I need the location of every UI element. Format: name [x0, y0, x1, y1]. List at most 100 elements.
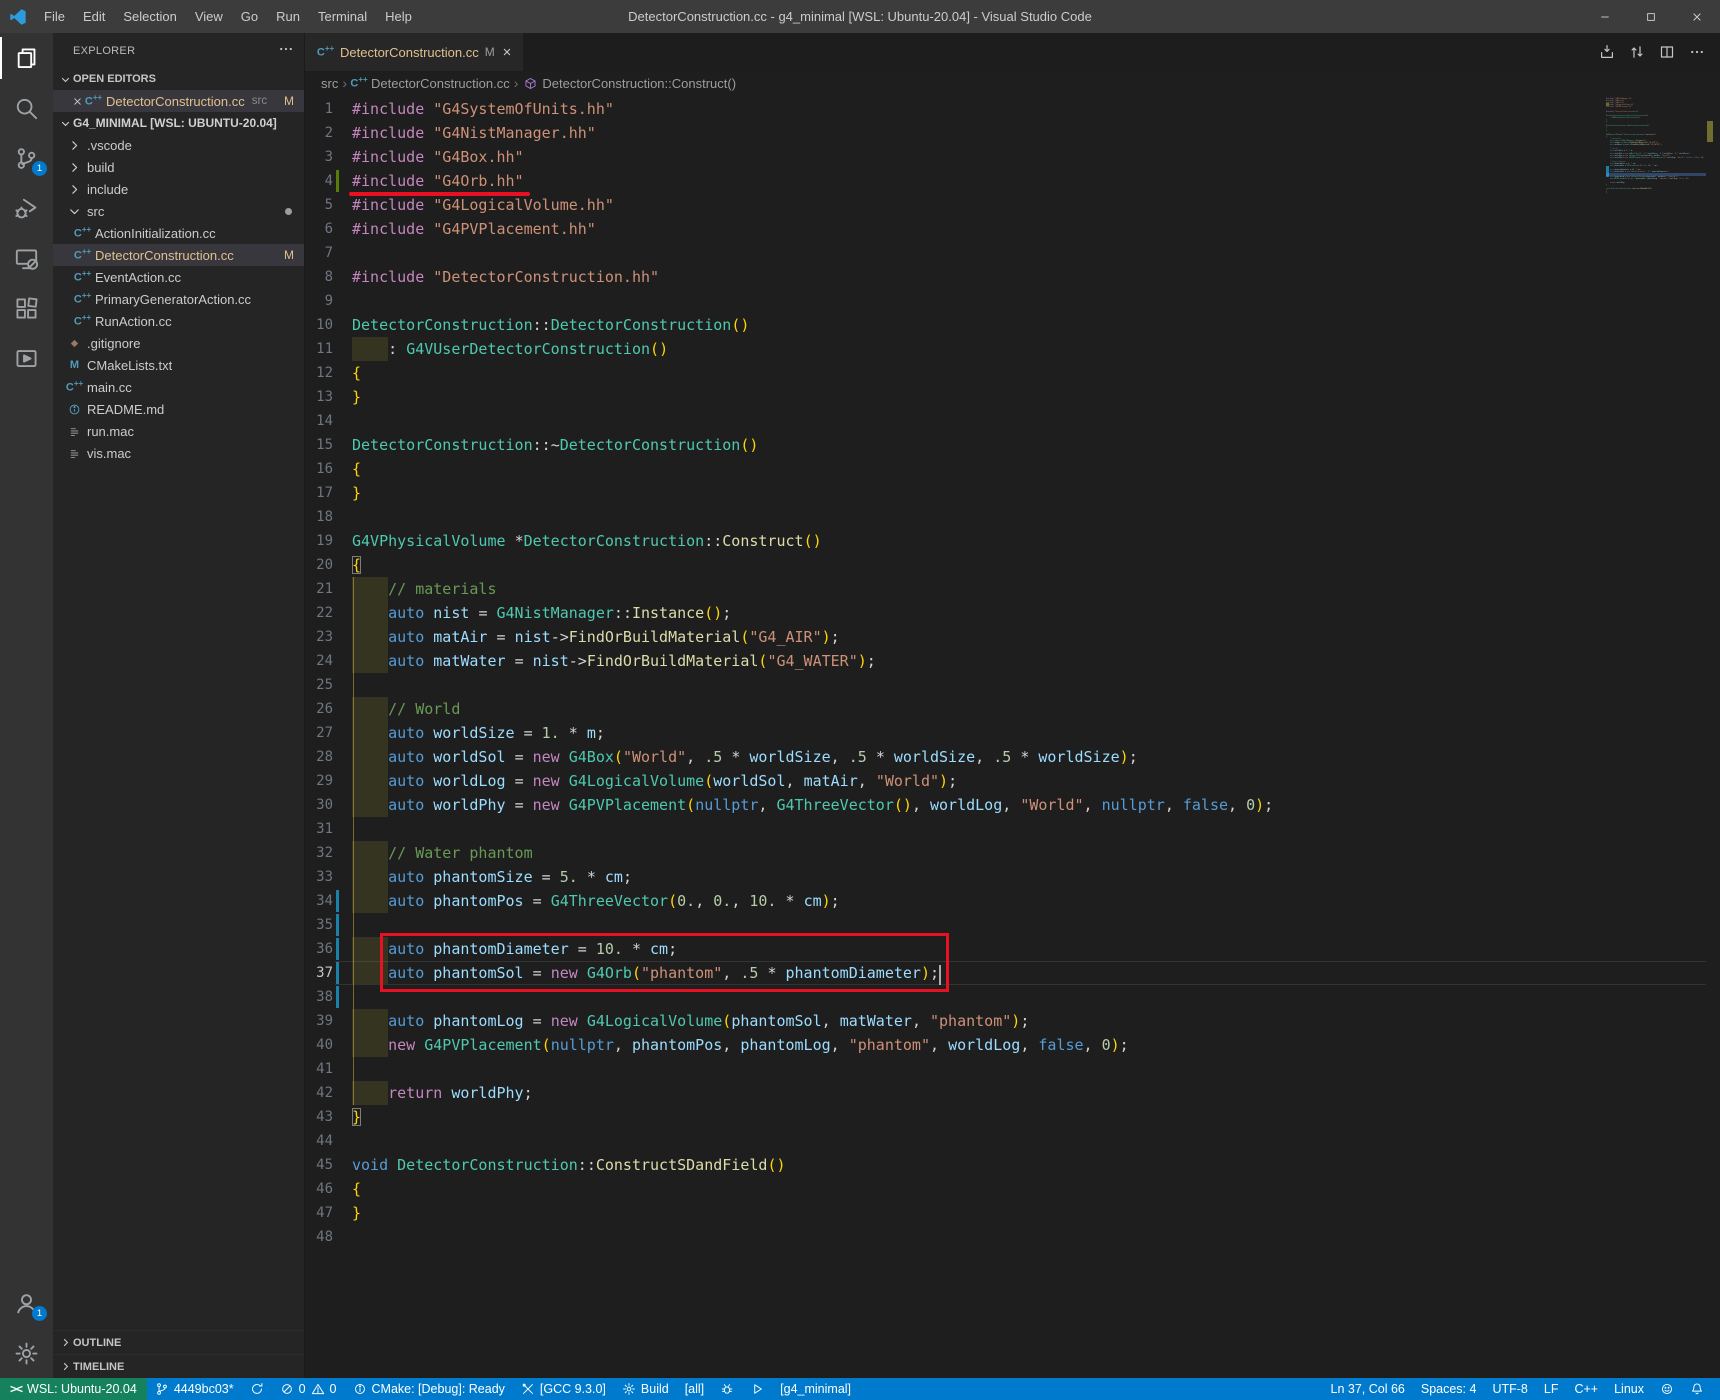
sidebar-item-run-debug[interactable] [0, 183, 53, 233]
line-number[interactable]: 13 [305, 389, 333, 405]
line-number[interactable]: 38 [305, 989, 333, 1005]
settings-button[interactable] [0, 1328, 53, 1378]
cmake-build-target[interactable]: [all] [677, 1378, 712, 1400]
line-number[interactable]: 29 [305, 773, 333, 789]
line-number[interactable]: 1 [305, 101, 333, 117]
line-number[interactable]: 35 [305, 917, 333, 933]
tree-item-src[interactable]: src [53, 200, 304, 222]
line-number[interactable]: 7 [305, 245, 333, 261]
menu-view[interactable]: View [186, 0, 232, 33]
sidebar-item-source-control[interactable]: 1 [0, 133, 53, 183]
code-line[interactable]: 7 [305, 241, 1706, 265]
remote-os-status[interactable]: Linux [1606, 1378, 1652, 1400]
code-line[interactable]: 16{ [305, 457, 1706, 481]
eol-status[interactable]: LF [1536, 1378, 1567, 1400]
open-changes-icon[interactable] [1624, 39, 1650, 65]
line-number[interactable]: 31 [305, 821, 333, 837]
breadcrumb-src[interactable]: src [321, 76, 338, 91]
code-line[interactable]: 34 auto phantomPos = G4ThreeVector(0., 0… [305, 889, 1706, 913]
code-line[interactable]: 33 auto phantomSize = 5. * cm; [305, 865, 1706, 889]
git-branch-status[interactable]: 4449bc03* [147, 1378, 242, 1400]
open-editor-item[interactable]: C++DetectorConstruction.ccsrcM [53, 90, 304, 112]
code-line[interactable]: 2#include "G4NistManager.hh" [305, 121, 1706, 145]
encoding-status[interactable]: UTF-8 [1484, 1378, 1535, 1400]
line-number[interactable]: 19 [305, 533, 333, 549]
sidebar-item-explorer[interactable] [0, 33, 53, 83]
line-number[interactable]: 34 [305, 893, 333, 909]
code-line[interactable]: 43} [305, 1105, 1706, 1129]
accounts-button[interactable]: 1 [0, 1278, 53, 1328]
menu-file[interactable]: File [35, 0, 74, 33]
line-number[interactable]: 12 [305, 365, 333, 381]
line-number[interactable]: 2 [305, 125, 333, 141]
line-number[interactable]: 14 [305, 413, 333, 429]
cmake-status[interactable]: CMake: [Debug]: Ready [345, 1378, 513, 1400]
menu-help[interactable]: Help [376, 0, 421, 33]
line-number[interactable]: 47 [305, 1205, 333, 1221]
tree-item-run-mac[interactable]: run.mac [53, 420, 304, 442]
code-line[interactable]: 25 [305, 673, 1706, 697]
line-number[interactable]: 46 [305, 1181, 333, 1197]
tab-detectorconstruction[interactable]: C++ DetectorConstruction.cc M [305, 33, 523, 71]
line-number[interactable]: 11 [305, 341, 333, 357]
overview-ruler[interactable] [1706, 95, 1720, 1378]
line-number[interactable]: 48 [305, 1229, 333, 1245]
code-line[interactable]: 10DetectorConstruction::DetectorConstruc… [305, 313, 1706, 337]
remote-indicator[interactable]: ><WSL: Ubuntu-20.04 [0, 1378, 147, 1400]
language-status[interactable]: C++ [1566, 1378, 1606, 1400]
line-number[interactable]: 24 [305, 653, 333, 669]
code-line[interactable]: 46{ [305, 1177, 1706, 1201]
line-number[interactable]: 28 [305, 749, 333, 765]
code-line[interactable]: 27 auto worldSize = 1. * m; [305, 721, 1706, 745]
cmake-build-button[interactable]: Build [614, 1378, 677, 1400]
code-line[interactable]: 28 auto worldSol = new G4Box("World", .5… [305, 745, 1706, 769]
code-line[interactable]: 21 // materials [305, 577, 1706, 601]
line-number[interactable]: 21 [305, 581, 333, 597]
line-number[interactable]: 37 [305, 965, 333, 981]
line-number[interactable]: 32 [305, 845, 333, 861]
line-number[interactable]: 23 [305, 629, 333, 645]
line-number[interactable]: 45 [305, 1157, 333, 1173]
box-down-arrow-icon[interactable] [1594, 39, 1620, 65]
code-line[interactable]: 44 [305, 1129, 1706, 1153]
code-line[interactable]: 12{ [305, 361, 1706, 385]
code-line[interactable]: 14 [305, 409, 1706, 433]
code-line[interactable]: 18 [305, 505, 1706, 529]
line-number[interactable]: 17 [305, 485, 333, 501]
tree-item-readme-md[interactable]: README.md [53, 398, 304, 420]
sidebar-item-search[interactable] [0, 83, 53, 133]
code-line[interactable]: 19G4VPhysicalVolume *DetectorConstructio… [305, 529, 1706, 553]
tree-item-main-cc[interactable]: C++main.cc [53, 376, 304, 398]
code-line[interactable]: 47} [305, 1201, 1706, 1225]
cursor-position-status[interactable]: Ln 37, Col 66 [1323, 1378, 1413, 1400]
tree-item-detectorconstruction-cc[interactable]: C++DetectorConstruction.ccM [53, 244, 304, 266]
tree-item-actioninitialization-cc[interactable]: C++ActionInitialization.cc [53, 222, 304, 244]
cmake-kit[interactable]: [GCC 9.3.0] [513, 1378, 614, 1400]
code-line[interactable]: 13} [305, 385, 1706, 409]
code-line[interactable]: 4#include "G4Orb.hh" [305, 169, 1706, 193]
line-number[interactable]: 5 [305, 197, 333, 213]
line-number[interactable]: 20 [305, 557, 333, 573]
line-number[interactable]: 44 [305, 1133, 333, 1149]
cmake-launch-button[interactable] [742, 1378, 772, 1400]
line-number[interactable]: 10 [305, 317, 333, 333]
more-actions-icon[interactable] [278, 41, 294, 60]
tree-item-build[interactable]: build [53, 156, 304, 178]
line-number[interactable]: 22 [305, 605, 333, 621]
breadcrumb-file[interactable]: C++DetectorConstruction.cc [351, 75, 510, 91]
code-line[interactable]: 29 auto worldLog = new G4LogicalVolume(w… [305, 769, 1706, 793]
more-actions-icon[interactable] [1684, 39, 1710, 65]
code-line[interactable]: 45void DetectorConstruction::ConstructSD… [305, 1153, 1706, 1177]
feedback-button[interactable] [1652, 1378, 1682, 1400]
close-tab-icon[interactable] [501, 46, 513, 58]
line-number[interactable]: 42 [305, 1085, 333, 1101]
line-number[interactable]: 6 [305, 221, 333, 237]
code-editor[interactable]: 1#include "G4SystemOfUnits.hh"2#include … [305, 95, 1720, 1378]
line-number[interactable]: 40 [305, 1037, 333, 1053]
tree-item-vis-mac[interactable]: vis.mac [53, 442, 304, 464]
code-line[interactable]: 23 auto matAir = nist->FindOrBuildMateri… [305, 625, 1706, 649]
line-number[interactable]: 30 [305, 797, 333, 813]
timeline-section-header[interactable]: TIMELINE [53, 1354, 304, 1378]
tree-root-folder[interactable]: G4_MINIMAL [WSL: UBUNTU-20.04] [53, 112, 304, 134]
line-number[interactable]: 27 [305, 725, 333, 741]
